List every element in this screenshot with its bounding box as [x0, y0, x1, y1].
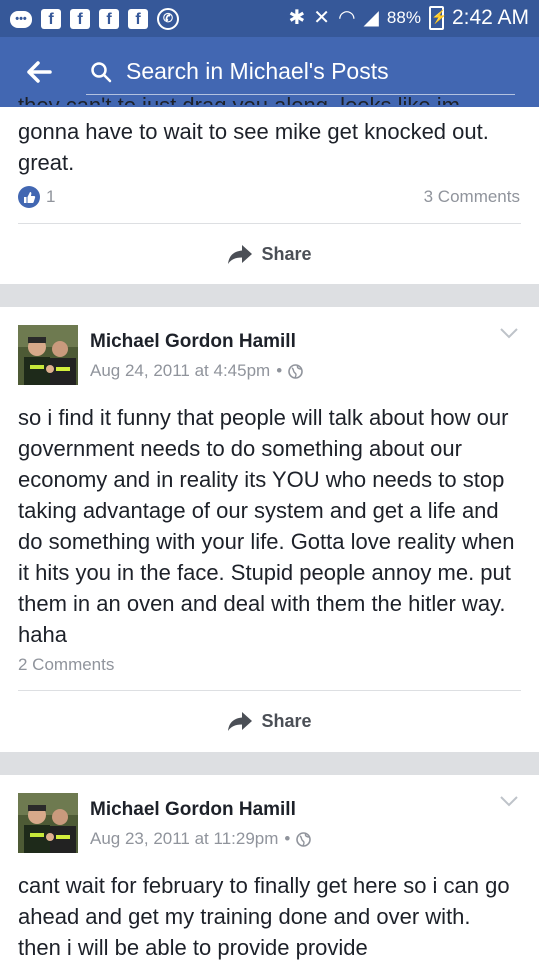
- post-card: Michael Gordon Hamill Aug 24, 2011 at 4:…: [0, 307, 539, 752]
- share-label: Share: [261, 710, 312, 731]
- facebook-icon: f: [99, 9, 119, 29]
- message-icon: •••: [10, 10, 32, 28]
- comments-count[interactable]: 2 Comments: [18, 655, 114, 675]
- author-name[interactable]: Michael Gordon Hamill: [90, 799, 296, 821]
- share-arrow-icon: [228, 712, 253, 731]
- share-button[interactable]: Share: [0, 234, 539, 274]
- post-card: they can't to just drag you along. looks…: [0, 93, 539, 284]
- avatar[interactable]: [18, 325, 78, 385]
- globe-icon: [296, 831, 312, 847]
- reactions[interactable]: 1: [18, 186, 55, 208]
- like-reaction-icon: [18, 186, 40, 208]
- share-arrow-icon: [228, 245, 253, 264]
- notification-icons: ••• f f f f ✆: [10, 8, 179, 30]
- facebook-icon: f: [128, 9, 148, 29]
- post-meta: Aug 24, 2011 at 4:45pm •: [90, 361, 303, 381]
- chevron-down-icon[interactable]: [499, 795, 519, 807]
- facebook-icon: f: [70, 9, 90, 29]
- post-text-partial: they can't to just drag you along. looks…: [18, 90, 521, 105]
- post-card: Michael Gordon Hamill Aug 23, 2011 at 11…: [0, 775, 539, 960]
- post-text: gonna have to wait to see mike get knock…: [18, 119, 489, 175]
- post-date[interactable]: Aug 23, 2011 at 11:29pm: [90, 829, 278, 849]
- clock: 2:42 AM: [451, 5, 529, 29]
- battery-percent: 88%: [386, 7, 421, 27]
- wifi-icon: ◠: [338, 7, 356, 29]
- share-label: Share: [261, 243, 312, 264]
- post-text: cant wait for february to finally get he…: [18, 873, 510, 960]
- status-bar: ••• f f f f ✆ ✱ ✕ ◠ ◢ 88% 2:42 AM: [0, 0, 539, 37]
- facebook-icon: f: [41, 9, 61, 29]
- search-input[interactable]: Search in Michael's Posts: [126, 58, 389, 85]
- search-icon: [91, 62, 112, 83]
- meta-separator: •: [284, 829, 291, 848]
- divider: [18, 223, 521, 224]
- signal-icon: ◢: [363, 7, 379, 29]
- whatsapp-icon: ✆: [157, 8, 179, 30]
- back-arrow-icon[interactable]: [22, 55, 56, 89]
- bluetooth-icon: ✱: [288, 7, 306, 29]
- comments-count[interactable]: 3 Comments: [424, 187, 520, 207]
- post-meta: Aug 23, 2011 at 11:29pm •: [90, 829, 312, 849]
- divider: [18, 690, 521, 691]
- avatar[interactable]: [18, 793, 78, 853]
- mute-icon: ✕: [313, 7, 331, 29]
- post-date[interactable]: Aug 24, 2011 at 4:45pm: [90, 361, 270, 381]
- author-name[interactable]: Michael Gordon Hamill: [90, 331, 296, 353]
- globe-icon: [288, 363, 303, 379]
- meta-separator: •: [276, 361, 283, 380]
- post-text: so i find it funny that people will talk…: [18, 405, 515, 647]
- share-button[interactable]: Share: [0, 701, 539, 741]
- chevron-down-icon[interactable]: [499, 327, 519, 339]
- system-icons: ✱ ✕ ◠ ◢ 88% 2:42 AM: [289, 5, 529, 30]
- battery-icon: [428, 5, 447, 30]
- like-count: 1: [46, 187, 56, 206]
